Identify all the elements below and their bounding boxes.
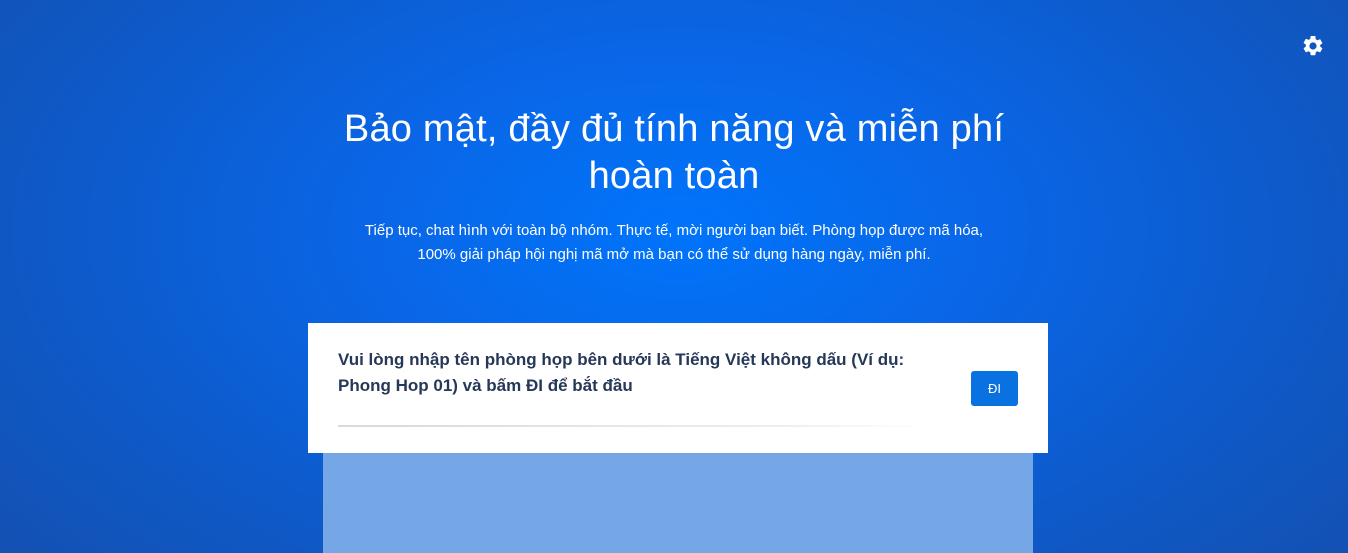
input-underline (338, 425, 928, 427)
settings-button[interactable] (1301, 34, 1325, 58)
gear-icon (1303, 35, 1323, 56)
hero-section: Bảo mật, đầy đủ tính năng và miễn phí ho… (0, 106, 1348, 267)
video-preview-panel (323, 440, 1033, 553)
join-room-card: Vui lòng nhập tên phòng họp bên dưới là … (308, 323, 1048, 453)
hero-subtitle: Tiếp tục, chat hình với toàn bộ nhóm. Th… (364, 222, 984, 263)
hero-title: Bảo mật, đầy đủ tính năng và miễn phí ho… (343, 108, 1005, 197)
room-name-input[interactable]: Vui lòng nhập tên phòng họp bên dưới là … (338, 347, 948, 399)
go-button[interactable]: ĐI (971, 371, 1018, 406)
